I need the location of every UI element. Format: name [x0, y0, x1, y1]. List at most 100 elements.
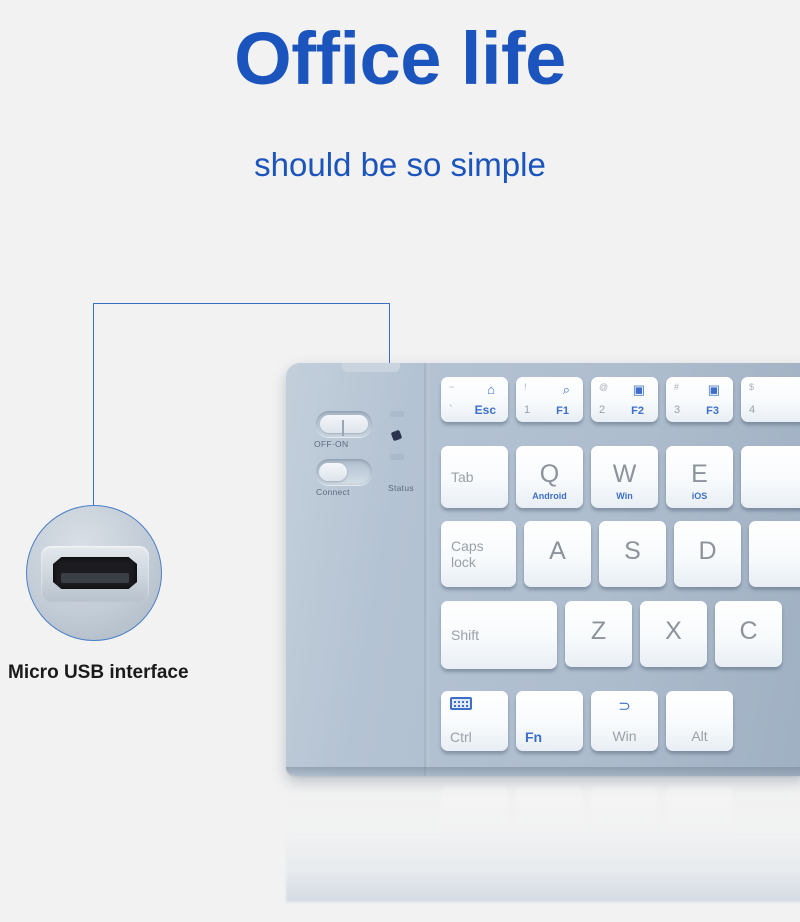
reflection-key [666, 786, 733, 838]
key-fn-label: Fn [525, 729, 543, 745]
key-f4[interactable]: $ 4 [741, 377, 800, 422]
key-e-label: E [691, 460, 708, 489]
key-esc-corner-top: ~ [449, 382, 455, 392]
key-f3[interactable]: # 3 ▣ F3 [666, 377, 733, 422]
micro-usb-port-icon [53, 557, 137, 589]
callout-line-vertical-left [93, 303, 94, 506]
status-led-group [390, 411, 414, 474]
power-switch-knob [320, 415, 368, 436]
keyboard-control-panel: OFF·ON Connect Status [286, 363, 424, 776]
search-icon: ⌕ [562, 382, 570, 397]
callout-line-vertical-right [389, 303, 390, 365]
connect-button-label: Connect [316, 487, 350, 497]
key-fn[interactable]: Fn [516, 691, 583, 751]
page-subtitle: should be so simple [254, 146, 546, 183]
key-caps-lock-line1: Caps [451, 537, 484, 554]
key-alt[interactable]: Alt [666, 691, 733, 751]
usb-shell [41, 546, 149, 602]
key-a[interactable]: A [524, 521, 591, 587]
key-z-label: Z [590, 617, 607, 646]
key-f4-corner-top: $ [749, 382, 755, 392]
keyboard-product-image: OFF·ON Connect Status ~ ` ⌂ Esc ! 1 ⌕ F1… [286, 363, 800, 784]
power-switch-label: OFF·ON [314, 439, 349, 449]
key-d-label: D [698, 537, 717, 566]
back-arrow-icon: ⊃ [618, 698, 631, 715]
key-f2[interactable]: @ 2 ▣ F2 [591, 377, 658, 422]
key-f2-corner-top: @ [599, 382, 609, 392]
connect-button[interactable] [316, 459, 372, 485]
key-f2-label: F2 [631, 405, 644, 417]
key-z[interactable]: Z [565, 601, 632, 667]
key-x[interactable]: X [640, 601, 707, 667]
key-row-function: ~ ` ⌂ Esc ! 1 ⌕ F1 @ 2 ▣ F2 # 3 ▣ F3 $ 4 [441, 377, 800, 422]
key-row-shift: Shift Z X C [441, 601, 782, 669]
key-f[interactable] [749, 521, 800, 587]
key-row-home: Caps lock A S D [441, 521, 800, 587]
key-f1-label: F1 [556, 405, 569, 417]
key-w-label: W [612, 460, 637, 489]
key-row-qwerty: Tab Q Android W Win E iOS [441, 446, 800, 508]
key-ctrl[interactable]: Ctrl [441, 691, 508, 751]
key-s[interactable]: S [599, 521, 666, 587]
key-q-sublabel: Android [532, 491, 567, 501]
reflection-key [591, 786, 658, 838]
status-led-active [390, 429, 403, 442]
key-c-label: C [739, 617, 758, 646]
keyboard-reflection-keys [441, 786, 800, 846]
key-f2-corner-bottom: 2 [599, 404, 606, 416]
key-f3-corner-bottom: 3 [674, 404, 681, 416]
key-win[interactable]: ⊃ Win [591, 691, 658, 751]
key-caps-lock-label: Caps lock [451, 538, 484, 570]
power-switch[interactable] [316, 411, 372, 437]
keyboard-hinge [424, 363, 429, 776]
key-w-sublabel: Win [616, 491, 633, 501]
key-f1-corner-bottom: 1 [524, 404, 531, 416]
micro-usb-closeup [26, 505, 162, 641]
key-esc-corner-bottom: ` [449, 404, 453, 416]
power-switch-divider [342, 420, 344, 436]
key-r[interactable] [741, 446, 800, 508]
callout-line-horizontal [93, 303, 390, 304]
key-a-label: A [549, 537, 566, 566]
status-label: Status [388, 483, 414, 493]
key-f3-corner-top: # [674, 382, 680, 392]
key-s-label: S [624, 537, 641, 566]
key-tab-label: Tab [451, 469, 474, 485]
key-e[interactable]: E iOS [666, 446, 733, 508]
key-esc[interactable]: ~ ` ⌂ Esc [441, 377, 508, 422]
key-q[interactable]: Q Android [516, 446, 583, 508]
reflection-key [441, 786, 508, 838]
key-c[interactable]: C [715, 601, 782, 667]
app-icon: ▣ [707, 382, 720, 397]
key-e-sublabel: iOS [691, 491, 708, 501]
app-icon: ▣ [632, 382, 645, 397]
status-led-top [390, 411, 404, 417]
key-tab[interactable]: Tab [441, 446, 508, 508]
key-x-label: X [665, 617, 682, 646]
key-d[interactable]: D [674, 521, 741, 587]
key-esc-label: Esc [474, 403, 496, 417]
key-w[interactable]: W Win [591, 446, 658, 508]
key-f1-corner-top: ! [524, 382, 527, 392]
key-f3-label: F3 [706, 405, 719, 417]
key-row-modifier: Ctrl Fn ⊃ Win Alt [441, 691, 733, 751]
key-ctrl-label: Ctrl [450, 729, 472, 745]
key-caps-lock-line2: lock [451, 554, 476, 570]
status-led-bottom [390, 454, 404, 460]
key-win-label: Win [612, 728, 637, 744]
key-shift[interactable]: Shift [441, 601, 557, 669]
key-grid: ~ ` ⌂ Esc ! 1 ⌕ F1 @ 2 ▣ F2 # 3 ▣ F3 $ 4… [441, 363, 800, 776]
keyboard-icon [450, 697, 472, 710]
key-alt-label: Alt [691, 728, 708, 744]
usb-port-inner [61, 573, 129, 583]
key-caps-lock[interactable]: Caps lock [441, 521, 516, 587]
reflection-key [516, 786, 583, 838]
key-f1[interactable]: ! 1 ⌕ F1 [516, 377, 583, 422]
key-shift-label: Shift [451, 627, 480, 643]
page-title: Office life [234, 17, 566, 100]
home-icon: ⌂ [487, 382, 495, 397]
callout-caption: Micro USB interface [8, 662, 189, 683]
key-q-label: Q [539, 460, 560, 489]
connect-button-knob [319, 463, 347, 481]
key-f4-corner-bottom: 4 [749, 404, 756, 416]
